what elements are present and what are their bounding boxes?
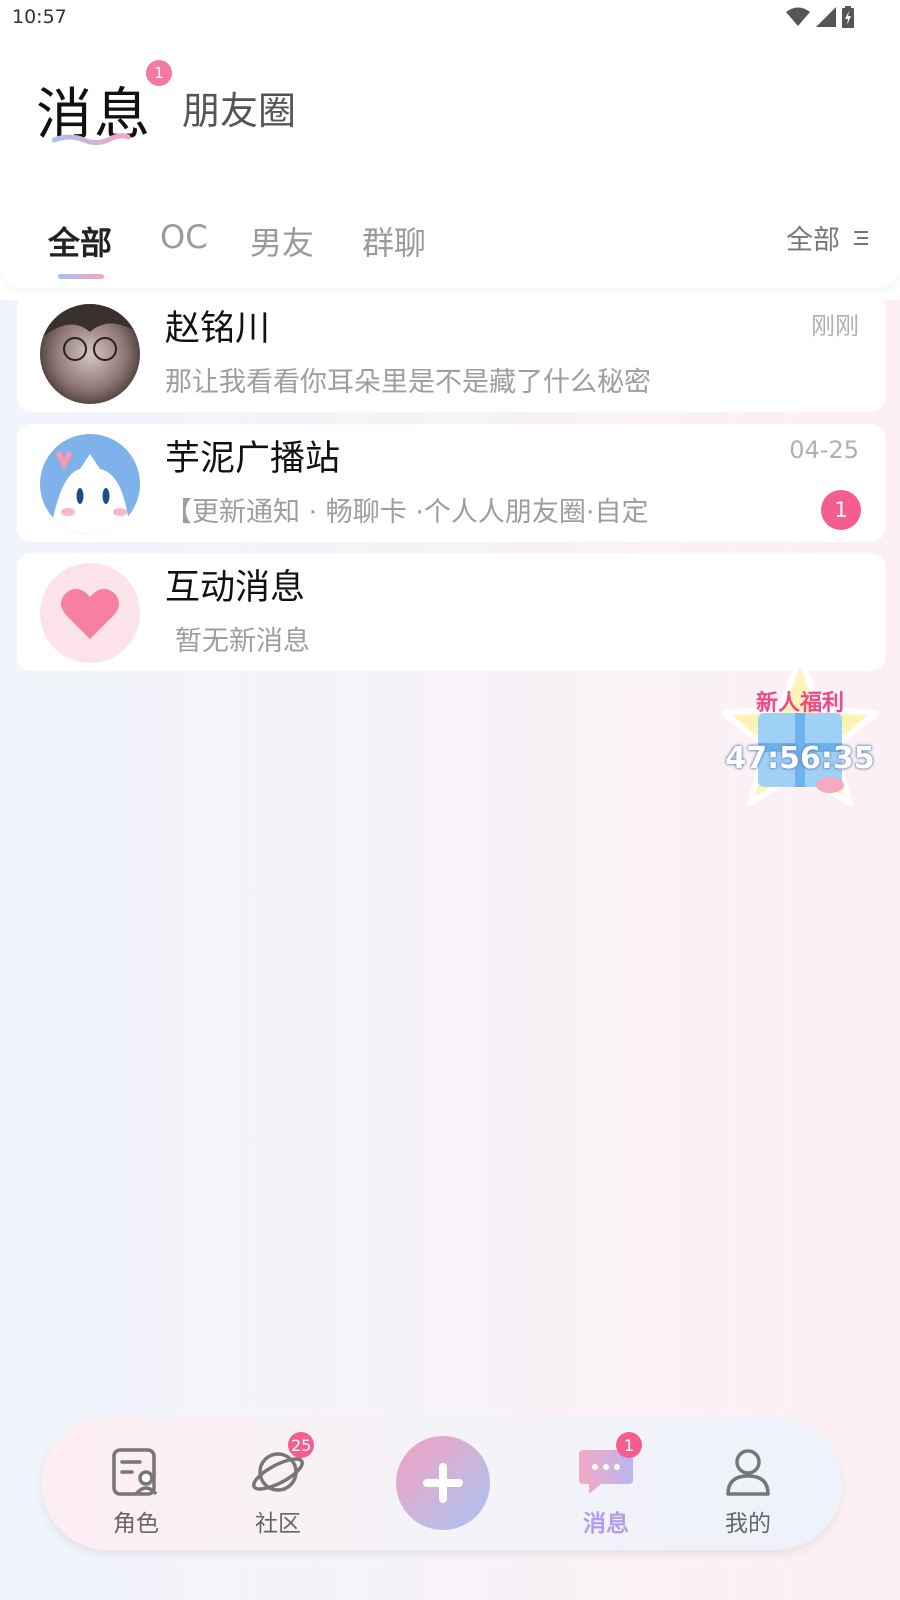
conversation-name: 互动消息 (165, 568, 306, 608)
avatar (40, 434, 140, 534)
status-icons (786, 6, 854, 28)
filter-tab-oc[interactable]: OC (160, 218, 208, 256)
nav-label: 社区 (255, 1511, 301, 1537)
tab-messages-underline (52, 133, 131, 146)
filter-tab-boyfriend[interactable]: 男友 (250, 218, 314, 264)
conversation-time: 04-25 (789, 436, 859, 464)
promo-title: 新人福利 (755, 691, 844, 716)
avatar (40, 563, 140, 663)
conversation-preview: 【更新通知 · 畅聊卡 ·个人人朋友圈·自定 (165, 497, 649, 528)
role-card-icon (112, 1448, 158, 1496)
gift-star-icon (721, 656, 879, 806)
filter-active-indicator (58, 274, 104, 279)
wifi-icon (786, 7, 810, 26)
nav-badge: 1 (616, 1432, 642, 1458)
tab-moments[interactable]: 朋友圈 (182, 80, 296, 135)
filter-dropdown[interactable]: 全部 (786, 218, 870, 257)
nav-label: 角色 (113, 1511, 159, 1537)
interaction-messages-item[interactable]: 互动消息 暂无新消息 (17, 553, 885, 671)
nav-label: 我的 (725, 1511, 771, 1537)
heart-icon (40, 563, 140, 663)
conversation-item[interactable]: 赵铭川 刚刚 那让我看看你耳朵里是不是藏了什么秘密 (17, 294, 885, 412)
unread-badge: 1 (821, 490, 861, 530)
sort-icon (854, 230, 868, 245)
plus-icon (423, 1463, 463, 1503)
nav-item-profile[interactable]: 我的 (698, 1438, 798, 1538)
tab-messages-badge: 1 (146, 60, 172, 86)
filter-tab-group[interactable]: 群聊 (362, 218, 426, 264)
status-time: 10:57 (12, 6, 67, 28)
battery-icon (842, 6, 854, 28)
nav-badge: 25 (288, 1432, 315, 1458)
status-bar: 10:57 (0, 0, 900, 36)
conversation-item[interactable]: 芋泥广播站 04-25 【更新通知 · 畅聊卡 ·个人人朋友圈·自定 1 (17, 424, 885, 542)
conversation-name: 赵铭川 (165, 309, 271, 349)
new-user-gift-badge[interactable]: 新人福利 47:56:35 (720, 655, 880, 825)
nav-item-messages[interactable]: 消息 1 (556, 1432, 656, 1538)
promo-countdown: 47:56:35 (725, 741, 875, 776)
user-icon (726, 1449, 770, 1496)
nav-label: 消息 (583, 1511, 629, 1537)
create-button[interactable] (396, 1436, 490, 1530)
filter-tab-all[interactable]: 全部 (48, 218, 112, 264)
conversation-preview: 暂无新消息 (175, 626, 310, 657)
header: 消息 1 朋友圈 (0, 36, 900, 186)
nav-item-roles[interactable]: 角色 (86, 1438, 186, 1538)
conversation-time: 刚刚 (811, 312, 859, 340)
signal-icon (816, 7, 836, 27)
avatar (40, 304, 140, 404)
bottom-navigation: 角色 社区 25 消息 1 我的 (42, 1418, 842, 1550)
filter-dropdown-label: 全部 (786, 225, 840, 256)
nav-item-community[interactable]: 社区 25 (228, 1432, 328, 1538)
conversation-name: 芋泥广播站 (165, 439, 341, 479)
filter-bar: 全部 OC 男友 群聊 全部 (0, 190, 900, 288)
conversation-preview: 那让我看看你耳朵里是不是藏了什么秘密 (165, 367, 651, 398)
